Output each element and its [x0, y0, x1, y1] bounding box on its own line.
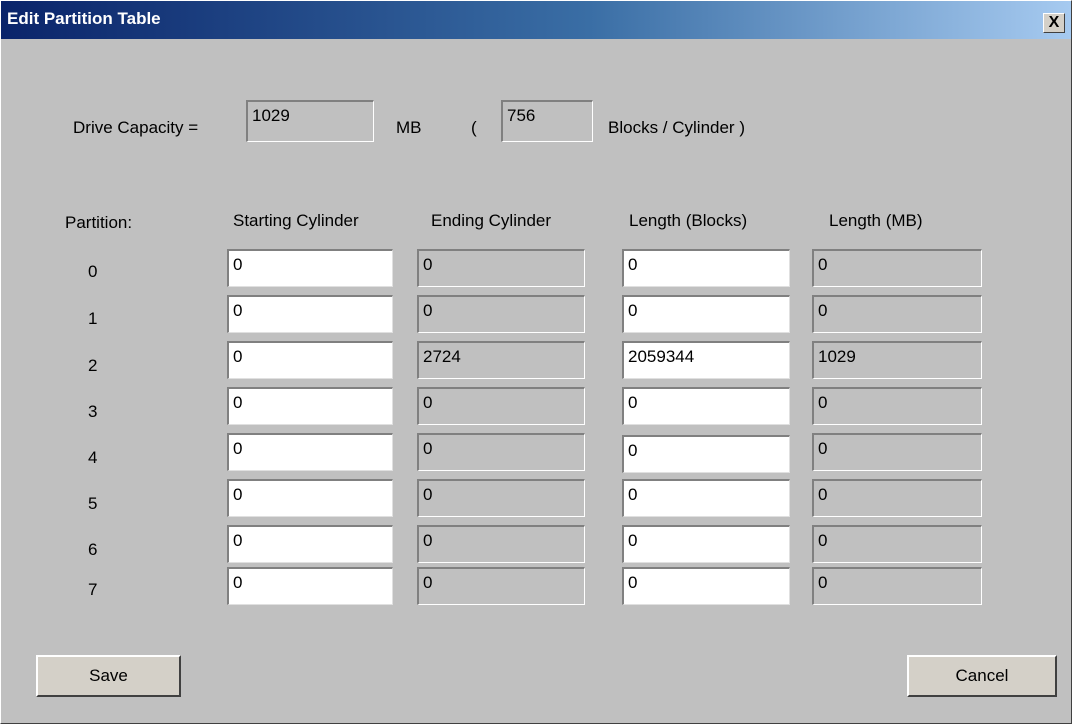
length-blocks-input-7[interactable]: 0	[622, 567, 790, 605]
starting-cylinder-input-4[interactable]: 0	[227, 433, 393, 471]
length-blocks-input-5[interactable]: 0	[622, 479, 790, 517]
open-paren-label: (	[471, 118, 477, 137]
starting-cylinder-input-2[interactable]: 0	[227, 341, 393, 379]
ending-cylinder-value-1: 0	[423, 301, 433, 320]
length-mb-field-7: 0	[812, 567, 982, 605]
close-icon: X	[1048, 14, 1060, 31]
partition-number-1: 1	[88, 309, 98, 328]
blocks-per-cylinder-field: 756	[501, 100, 593, 142]
length-mb-field-1: 0	[812, 295, 982, 333]
partition-number-5: 5	[88, 494, 98, 513]
length-blocks-input-2[interactable]: 2059344	[622, 341, 790, 379]
length-blocks-value-0: 0	[628, 255, 638, 274]
cancel-button[interactable]: Cancel	[907, 655, 1057, 697]
ending-cylinder-field-2: 2724	[417, 341, 585, 379]
partition-number-7: 7	[88, 580, 98, 599]
length-mb-field-2: 1029	[812, 341, 982, 379]
length-mb-value-0: 0	[818, 255, 828, 274]
length-mb-field-5: 0	[812, 479, 982, 517]
mb-unit-label: MB	[396, 118, 422, 137]
ending-cylinder-value-0: 0	[423, 255, 433, 274]
length-mb-value-1: 0	[818, 301, 828, 320]
ending-cylinder-field-1: 0	[417, 295, 585, 333]
length-blocks-header: Length (Blocks)	[629, 211, 748, 230]
starting-cylinder-value-5: 0	[233, 485, 243, 504]
length-blocks-value-6: 0	[628, 531, 638, 550]
ending-cylinder-value-5: 0	[423, 485, 433, 504]
cancel-button-label: Cancel	[955, 666, 1009, 685]
partition-number-6: 6	[88, 540, 98, 559]
length-blocks-input-3[interactable]: 0	[622, 387, 790, 425]
ending-cylinder-field-7: 0	[417, 567, 585, 605]
length-mb-value-5: 0	[818, 485, 828, 504]
ending-cylinder-value-2: 2724	[423, 347, 461, 366]
ending-cylinder-field-3: 0	[417, 387, 585, 425]
blocks-per-cylinder-label: Blocks / Cylinder )	[608, 118, 745, 137]
starting-cylinder-input-0[interactable]: 0	[227, 249, 393, 287]
partition-number-0: 0	[88, 262, 98, 281]
length-mb-field-3: 0	[812, 387, 982, 425]
ending-cylinder-field-4: 0	[417, 433, 585, 471]
length-blocks-value-2: 2059344	[628, 347, 695, 366]
length-mb-header: Length (MB)	[829, 211, 923, 230]
partition-number-3: 3	[88, 402, 98, 421]
length-mb-field-0: 0	[812, 249, 982, 287]
starting-cylinder-value-7: 0	[233, 573, 243, 592]
window-title: Edit Partition Table	[7, 9, 161, 28]
starting-cylinder-value-4: 0	[233, 439, 243, 458]
length-mb-field-4: 0	[812, 433, 982, 471]
ending-cylinder-field-5: 0	[417, 479, 585, 517]
starting-cylinder-input-6[interactable]: 0	[227, 525, 393, 563]
save-button[interactable]: Save	[36, 655, 181, 697]
partition-number-2: 2	[88, 356, 98, 375]
drive-capacity-mb-field: 1029	[246, 100, 374, 142]
length-blocks-input-4[interactable]: 0	[622, 435, 790, 473]
save-button-label: Save	[89, 666, 128, 685]
drive-capacity-mb-value: 1029	[252, 106, 290, 125]
length-blocks-value-1: 0	[628, 301, 638, 320]
starting-cylinder-value-1: 0	[233, 301, 243, 320]
starting-cylinder-input-1[interactable]: 0	[227, 295, 393, 333]
length-blocks-value-5: 0	[628, 485, 638, 504]
ending-cylinder-value-7: 0	[423, 573, 433, 592]
length-blocks-input-6[interactable]: 0	[622, 525, 790, 563]
starting-cylinder-input-5[interactable]: 0	[227, 479, 393, 517]
length-blocks-input-1[interactable]: 0	[622, 295, 790, 333]
length-blocks-value-7: 0	[628, 573, 638, 592]
starting-cylinder-value-2: 0	[233, 347, 243, 366]
length-mb-field-6: 0	[812, 525, 982, 563]
length-blocks-value-3: 0	[628, 393, 638, 412]
length-blocks-input-0[interactable]: 0	[622, 249, 790, 287]
starting-cylinder-value-3: 0	[233, 393, 243, 412]
ending-cylinder-header: Ending Cylinder	[431, 211, 552, 230]
ending-cylinder-field-0: 0	[417, 249, 585, 287]
starting-cylinder-input-3[interactable]: 0	[227, 387, 393, 425]
drive-capacity-label: Drive Capacity =	[73, 118, 199, 137]
partition-header: Partition:	[65, 213, 133, 232]
edit-partition-dialog: Edit Partition Table X Drive Capacity = …	[0, 0, 1072, 724]
ending-cylinder-value-6: 0	[423, 531, 433, 550]
starting-cylinder-value-6: 0	[233, 531, 243, 550]
starting-cylinder-header: Starting Cylinder	[233, 211, 359, 230]
length-mb-value-2: 1029	[818, 347, 856, 366]
starting-cylinder-input-7[interactable]: 0	[227, 567, 393, 605]
starting-cylinder-value-0: 0	[233, 255, 243, 274]
title-bar[interactable]: Edit Partition Table X	[1, 1, 1071, 39]
blocks-per-cylinder-value: 756	[507, 106, 536, 125]
length-mb-value-4: 0	[818, 439, 828, 458]
partition-number-4: 4	[88, 448, 98, 467]
length-blocks-value-4: 0	[628, 441, 638, 460]
length-mb-value-3: 0	[818, 393, 828, 412]
ending-cylinder-value-3: 0	[423, 393, 433, 412]
length-mb-value-7: 0	[818, 573, 828, 592]
close-button[interactable]: X	[1043, 13, 1065, 33]
ending-cylinder-value-4: 0	[423, 439, 433, 458]
length-mb-value-6: 0	[818, 531, 828, 550]
ending-cylinder-field-6: 0	[417, 525, 585, 563]
